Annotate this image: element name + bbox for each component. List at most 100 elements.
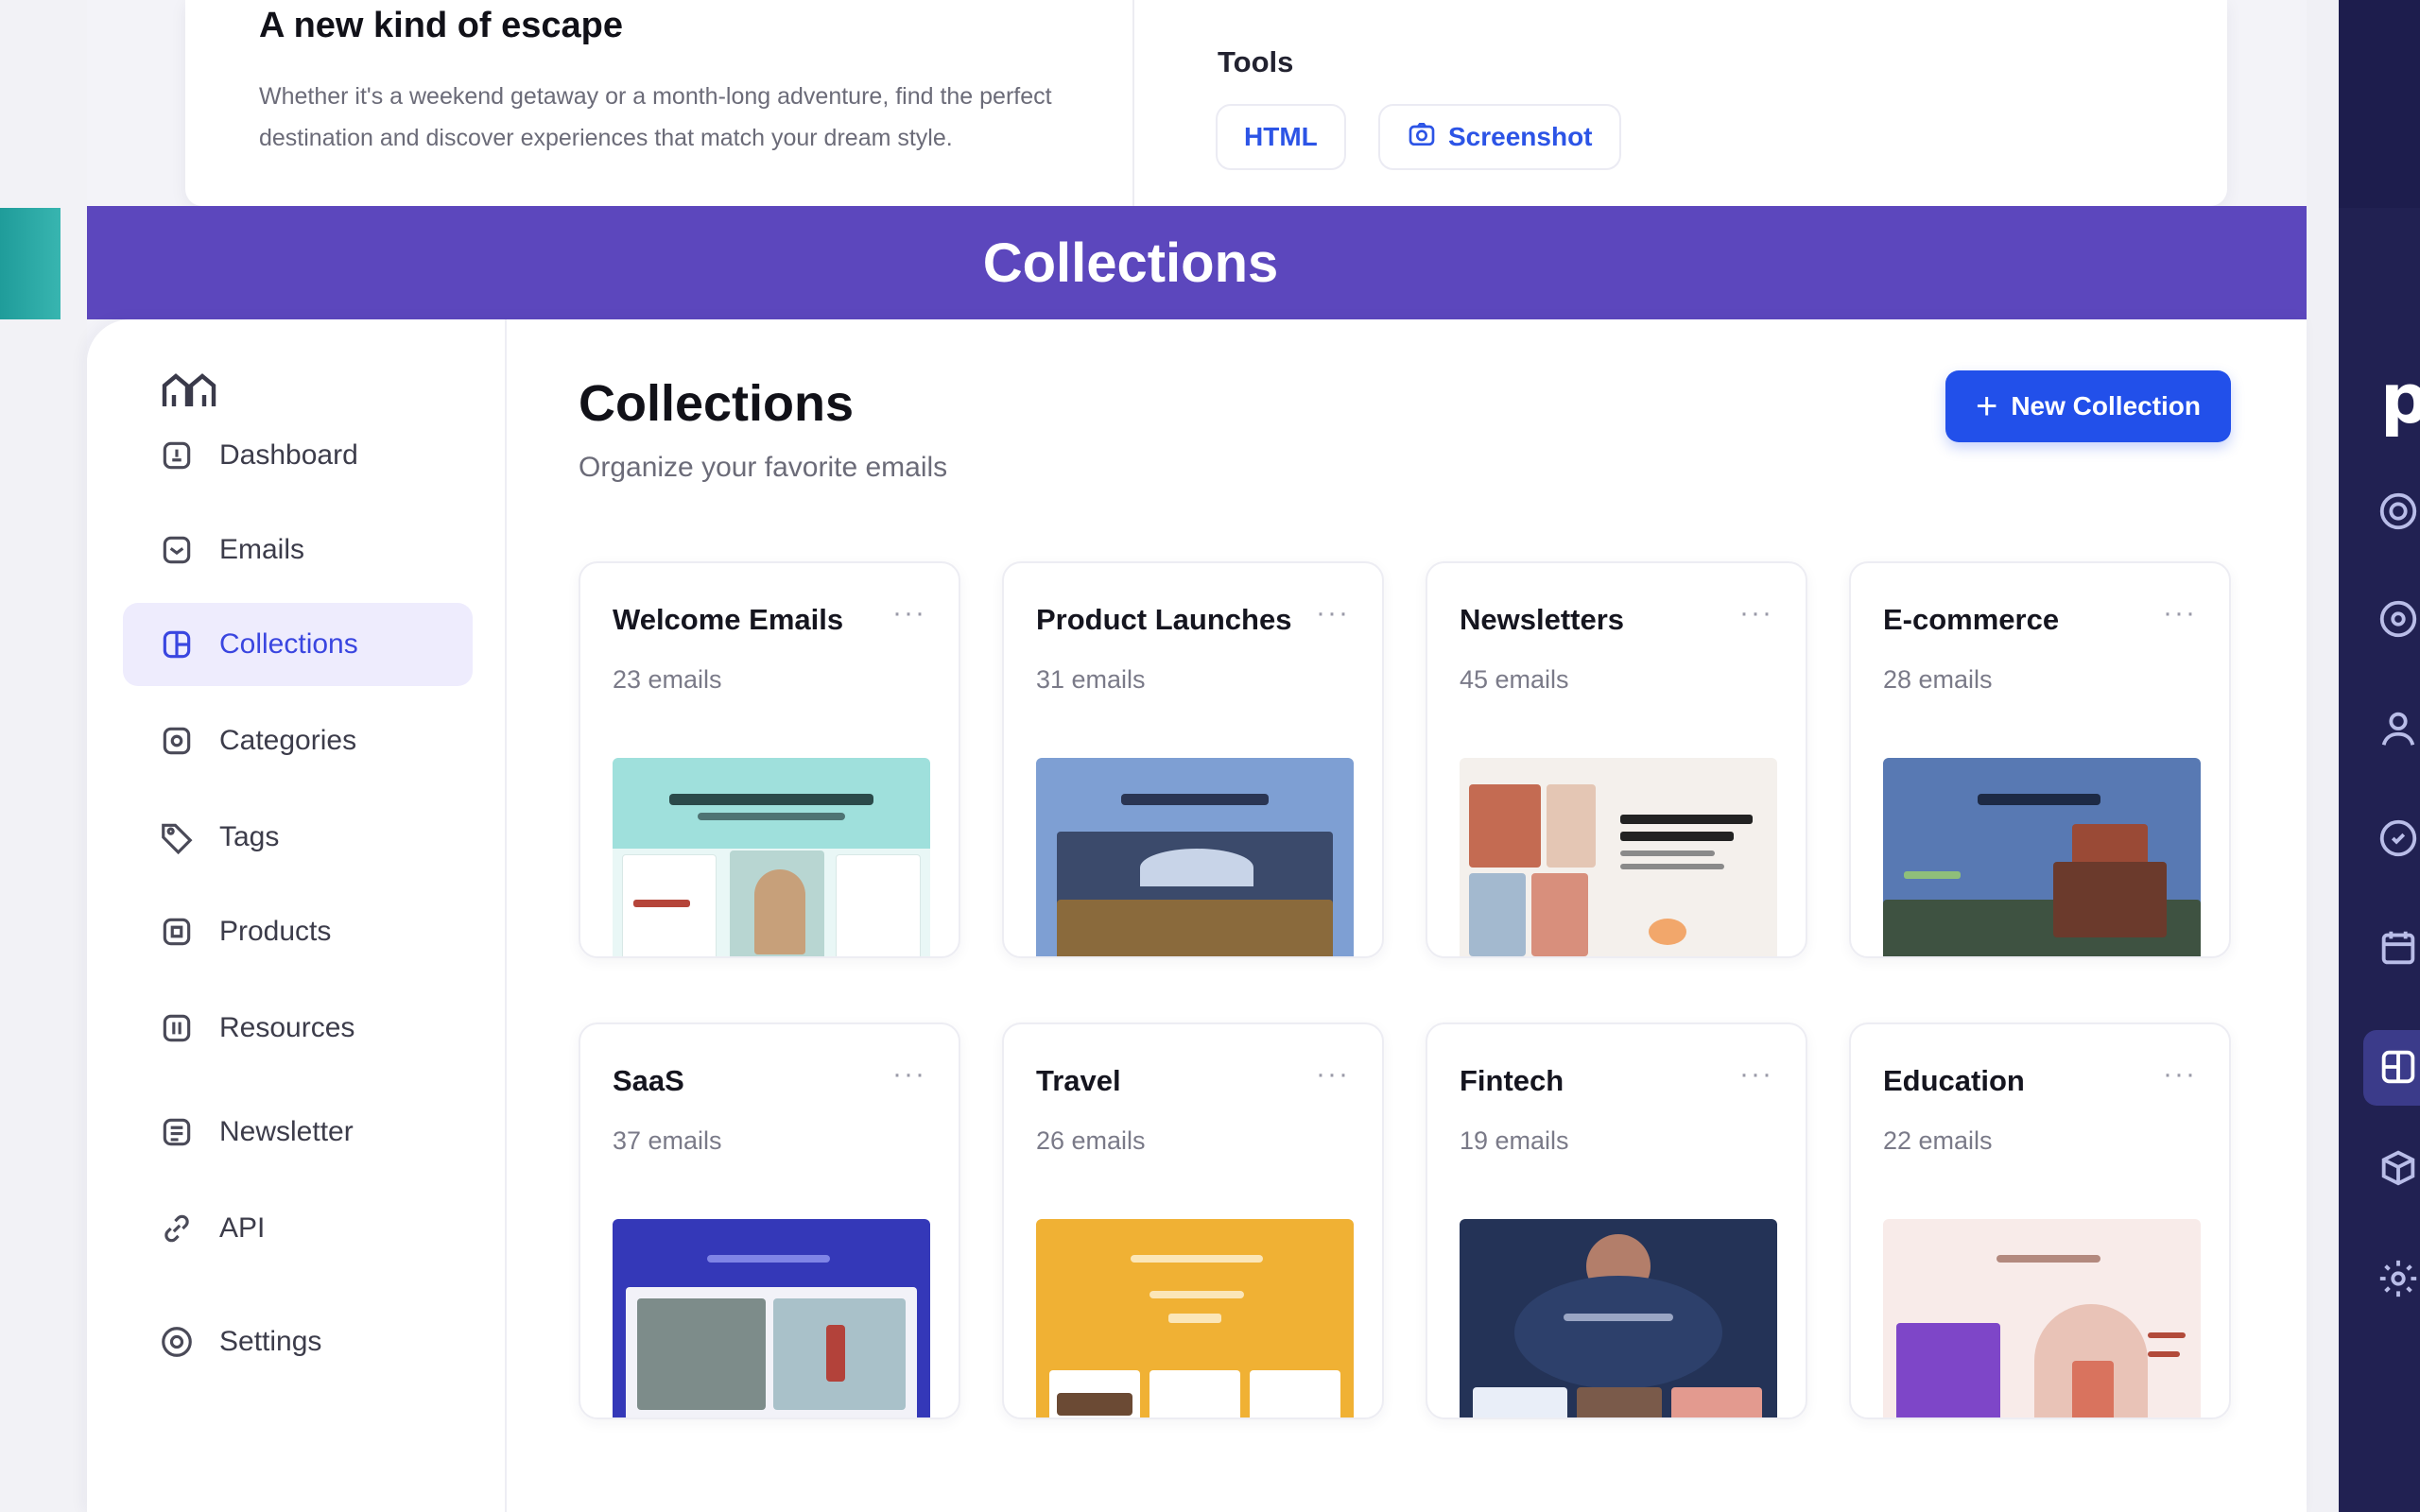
collection-count: 26 emails: [1036, 1126, 1146, 1155]
more-options-icon[interactable]: ···: [2163, 1058, 2197, 1091]
html-tool-label: HTML: [1244, 122, 1318, 151]
sidebar-item-label: Newsletter: [219, 1116, 354, 1147]
user-icon[interactable]: [2377, 707, 2420, 750]
column-divider: [1132, 0, 1134, 206]
gear-icon: [159, 1324, 195, 1360]
more-options-icon[interactable]: ···: [1316, 1058, 1350, 1091]
sidebar-item-api[interactable]: API: [123, 1187, 473, 1270]
calendar-icon[interactable]: [2377, 926, 2420, 970]
new-collection-label: New Collection: [2011, 391, 2202, 421]
collection-card-education[interactable]: Education ··· 22 emails: [1849, 1022, 2231, 1419]
sidebar-item-resources[interactable]: Resources: [123, 987, 473, 1070]
banner-title: Collections: [982, 232, 1279, 294]
collection-name: Product Launches: [1036, 603, 1292, 636]
book-icon: [159, 1010, 195, 1046]
more-options-icon[interactable]: ···: [1739, 1058, 1773, 1091]
right-gap: [2307, 0, 2339, 1512]
collection-card-fintech[interactable]: Fintech ··· 19 emails: [1426, 1022, 1807, 1419]
collection-count: 22 emails: [1883, 1126, 1993, 1155]
sidebar-item-emails[interactable]: Emails: [123, 508, 473, 592]
sidebar-item-collections[interactable]: Collections: [123, 603, 473, 686]
badge-icon[interactable]: [2377, 816, 2420, 860]
tag-icon: [159, 819, 195, 855]
sidebar-item-label: Emails: [219, 534, 305, 565]
app-logo[interactable]: [159, 369, 219, 414]
collections-icon[interactable]: [2377, 1045, 2420, 1089]
gear-icon[interactable]: [2377, 1257, 2420, 1300]
sidebar-item-settings[interactable]: Settings: [123, 1300, 473, 1383]
collection-count: 19 emails: [1460, 1126, 1569, 1155]
sidebar-item-label: Settings: [219, 1326, 322, 1357]
sidebar-item-label: Categories: [219, 725, 357, 756]
inbox-icon: [159, 532, 195, 568]
collection-thumbnail: [1460, 758, 1777, 956]
collection-thumbnail: [613, 1219, 930, 1418]
collection-count: 23 emails: [613, 665, 722, 694]
collection-name: SaaS: [613, 1064, 684, 1097]
home-icon: [159, 438, 195, 473]
box-icon[interactable]: [2377, 1145, 2420, 1189]
screenshot-tool-chip[interactable]: Screenshot: [1378, 104, 1621, 170]
sidebar-item-label: Dashboard: [219, 439, 358, 471]
more-options-icon[interactable]: ···: [892, 1058, 926, 1091]
sidebar-item-label: Collections: [219, 628, 358, 660]
tools-label: Tools: [1218, 45, 1294, 78]
collection-thumbnail: [1883, 758, 2201, 956]
collection-card-product-launches[interactable]: Product Launches ··· 31 emails: [1002, 561, 1384, 958]
plus-icon: +: [1975, 386, 1998, 427]
template-description: Whether it's a weekend getaway or a mont…: [259, 83, 1052, 151]
more-options-icon[interactable]: ···: [2163, 597, 2197, 629]
sidebar-item-categories[interactable]: Categories: [123, 699, 473, 782]
collection-name: Welcome Emails: [613, 603, 844, 636]
collection-thumbnail: [1460, 1219, 1777, 1418]
settings-icon[interactable]: [2377, 597, 2420, 641]
collection-count: 45 emails: [1460, 665, 1569, 694]
sidebar-item-dashboard[interactable]: Dashboard: [123, 414, 473, 497]
sidebar: Dashboard Emails Collections Categories …: [87, 319, 507, 1512]
collection-thumbnail: [1883, 1219, 2201, 1418]
right-rail: p: [2339, 0, 2420, 1512]
app-window: Dashboard Emails Collections Categories …: [87, 319, 2307, 1512]
sidebar-item-label: API: [219, 1212, 266, 1244]
page-subtitle: Organize your favorite emails: [579, 452, 948, 483]
sidebar-item-tags[interactable]: Tags: [123, 796, 473, 879]
sidebar-item-label: Resources: [219, 1012, 355, 1043]
collection-name: Education: [1883, 1064, 2025, 1097]
collection-card-newsletters[interactable]: Newsletters ··· 45 emails: [1426, 561, 1807, 958]
newsletter-icon: [159, 1114, 195, 1150]
new-collection-button[interactable]: + New Collection: [1945, 370, 2231, 442]
left-accent-strip: [0, 208, 60, 319]
collection-card-welcome-emails[interactable]: Welcome Emails ··· 23 emails: [579, 561, 960, 958]
link-icon: [159, 1211, 195, 1246]
more-options-icon[interactable]: ···: [1316, 597, 1350, 629]
more-options-icon[interactable]: ···: [1739, 597, 1773, 629]
collection-card-travel[interactable]: Travel ··· 26 emails: [1002, 1022, 1384, 1419]
collection-thumbnail: [613, 758, 930, 956]
template-details-card: A new kind of escape Whether it's a week…: [185, 0, 2227, 206]
collection-card-saas[interactable]: SaaS ··· 37 emails: [579, 1022, 960, 1419]
collection-name: Travel: [1036, 1064, 1121, 1097]
collection-thumbnail: [1036, 1219, 1354, 1418]
page-title: Collections: [579, 375, 855, 432]
box-icon: [159, 914, 195, 950]
collection-name: Newsletters: [1460, 603, 1625, 636]
main-content: Collections Organize your favorite email…: [507, 319, 2307, 1512]
template-title: A new kind of escape: [259, 6, 624, 45]
collection-name: Fintech: [1460, 1064, 1564, 1097]
more-options-icon[interactable]: ···: [892, 597, 926, 629]
sidebar-item-label: Products: [219, 916, 332, 947]
collection-thumbnail: [1036, 758, 1354, 956]
categories-icon: [159, 723, 195, 759]
html-tool-chip[interactable]: HTML: [1216, 104, 1346, 170]
sidebar-item-products[interactable]: Products: [123, 890, 473, 973]
camera-icon: [1407, 119, 1437, 156]
screenshot-tool-label: Screenshot: [1448, 122, 1593, 151]
collection-name: E-commerce: [1883, 603, 2060, 636]
collection-count: 37 emails: [613, 1126, 722, 1155]
target-icon[interactable]: [2377, 490, 2420, 533]
collection-card-e-commerce[interactable]: E-commerce ··· 28 emails: [1849, 561, 2231, 958]
collections-icon: [159, 627, 195, 662]
sidebar-item-newsletter[interactable]: Newsletter: [123, 1091, 473, 1174]
right-rail-logo: p: [2380, 359, 2420, 438]
sidebar-item-label: Tags: [219, 821, 280, 852]
